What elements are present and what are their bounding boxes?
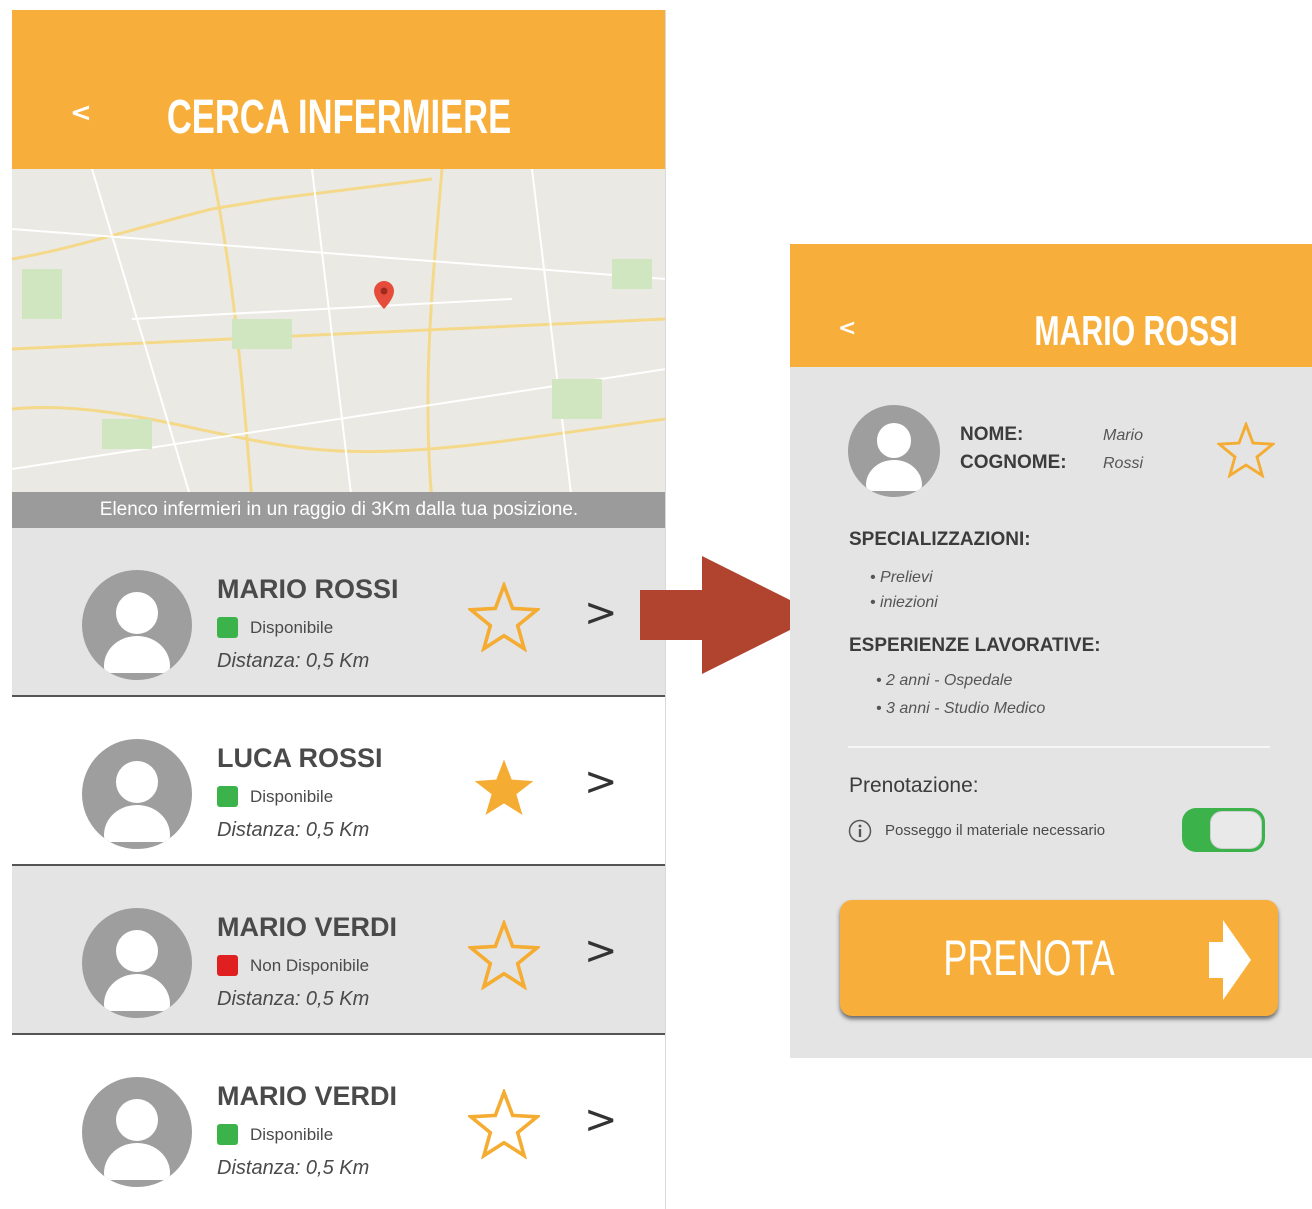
nurse-detail-screen: < MARIO ROSSI NOME: Mario COGNOME: Rossi… [790,244,1312,1058]
availability-status: Disponibile [217,1124,333,1145]
map-caption: Elenco infermieri in un raggio di 3Km da… [12,492,666,528]
nurse-row[interactable]: LUCA ROSSI Disponibile Distanza: 0,5 Km … [12,697,666,866]
nurse-row[interactable]: MARIO VERDI Disponibile Distanza: 0,5 Km… [12,1035,666,1204]
page-title: MARIO ROSSI [1034,307,1238,354]
material-label: Posseggo il materiale necessario [885,822,1106,839]
star-filled-icon[interactable] [468,751,540,821]
status-indicator [217,955,238,976]
first-name-value: Mario [1103,427,1144,444]
book-button[interactable]: PRENOTA [840,900,1278,1016]
arrow-right-icon [1209,920,1251,1000]
distance-label: Distanza: 0,5 Km [217,1157,370,1179]
nurse-name: MARIO ROSSI [217,574,399,604]
star-icon[interactable] [1217,422,1275,478]
header-bar: < MARIO ROSSI [790,244,1312,367]
booking-label: Prenotazione: [849,774,979,797]
user-avatar-icon [82,1077,192,1187]
star-icon[interactable] [468,920,540,990]
info-icon[interactable] [848,819,872,843]
header-bar: < CERCA INFERMIERE [12,10,666,169]
map-view[interactable] [12,169,666,502]
page-title: CERCA INFERMIERE [166,91,512,144]
first-name-label: NOME: [960,424,1024,445]
specializations-heading: SPECIALIZZAZIONI: [849,529,1031,550]
nurse-row[interactable]: MARIO ROSSI Disponibile Distanza: 0,5 Km… [12,528,666,697]
nurse-row[interactable]: MARIO VERDI Non Disponibile Distanza: 0,… [12,866,666,1035]
distance-label: Distanza: 0,5 Km [217,988,370,1010]
availability-status: Non Disponibile [217,955,369,976]
user-avatar-icon [848,405,940,497]
user-avatar-icon [82,908,192,1018]
availability-status: Disponibile [217,786,333,807]
nurse-search-screen: < CERCA INFERMIERE Elenco infermieri in [12,10,666,1209]
status-indicator [217,786,238,807]
star-icon[interactable] [468,582,540,652]
status-indicator [217,617,238,638]
nurse-list: MARIO ROSSI Disponibile Distanza: 0,5 Km… [12,528,666,1204]
back-button[interactable]: < [70,98,92,128]
back-button[interactable]: < [838,316,856,341]
material-toggle[interactable] [1182,808,1265,852]
experience-item: • 2 anni - Ospedale [876,672,1013,689]
experience-heading: ESPERIENZE LAVORATIVE: [849,635,1101,656]
experience-item: • 3 anni - Studio Medico [876,700,1046,717]
nurse-name: MARIO VERDI [217,912,398,942]
book-button-label: PRENOTA [943,930,1115,986]
status-label: Disponibile [250,1124,334,1144]
chevron-right-icon[interactable]: > [584,1097,618,1143]
chevron-right-icon[interactable]: > [584,928,618,974]
nurse-name: LUCA ROSSI [217,743,383,773]
status-indicator [217,1124,238,1145]
specialization-item: • iniezioni [870,594,938,611]
status-label: Disponibile [250,786,334,806]
map-image [12,169,666,502]
section-divider [848,746,1270,748]
distance-label: Distanza: 0,5 Km [217,650,370,672]
last-name-value: Rossi [1103,455,1144,472]
star-icon[interactable] [468,1089,540,1159]
specialization-item: • Prelievi [870,569,933,586]
nurse-name: MARIO VERDI [217,1081,398,1111]
availability-status: Disponibile [217,617,333,638]
distance-label: Distanza: 0,5 Km [217,819,370,841]
user-avatar-icon [82,739,192,849]
chevron-right-icon[interactable]: > [584,590,618,636]
status-label: Non Disponibile [250,955,370,975]
user-avatar-icon [82,570,192,680]
chevron-right-icon[interactable]: > [584,759,618,805]
last-name-label: COGNOME: [960,452,1067,473]
status-label: Disponibile [250,617,334,637]
toggle-knob [1210,811,1262,849]
